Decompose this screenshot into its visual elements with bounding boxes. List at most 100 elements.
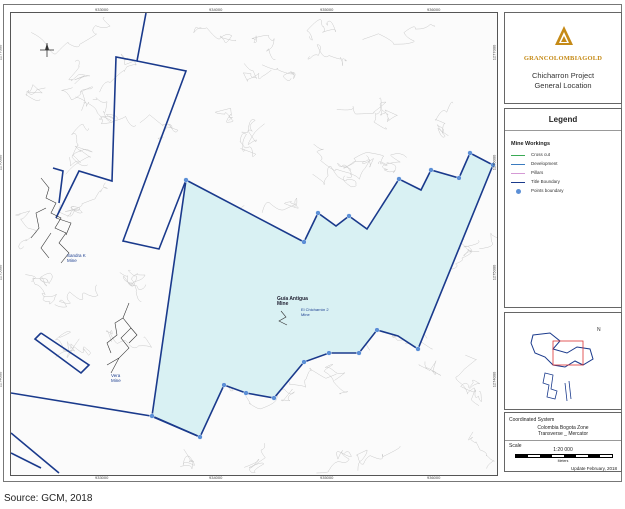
inset-map: N [504, 312, 622, 410]
tick-top-4: 936000 [427, 7, 441, 12]
legend-item: Title Boundary [511, 178, 621, 187]
contour-line [239, 133, 257, 158]
contour-line [418, 360, 441, 376]
scale-units: Meters [557, 459, 569, 463]
legend-item: Points boundary [511, 187, 621, 196]
tick-right-2: 1276000 [491, 154, 497, 171]
contour-line [54, 284, 99, 308]
source-caption: Source: GCM, 2018 [4, 493, 93, 504]
contour-line [69, 123, 89, 167]
contour-line [25, 84, 46, 101]
contour-line [362, 23, 436, 45]
legend-line-swatch [511, 173, 525, 174]
boundary-point [374, 327, 380, 333]
legend-item: Pillars [511, 169, 621, 178]
contour-line [346, 155, 374, 180]
contour-line [468, 431, 495, 469]
tick-top-2: 934000 [209, 7, 223, 12]
map-canvas[interactable] [11, 13, 498, 476]
map-label-guia-antigua: Guía Antigua Mine [277, 296, 308, 307]
boundary-point [149, 413, 155, 419]
company-logo-text: GRANCOLOMBIAGOLD [523, 55, 603, 62]
contour-line [68, 59, 90, 85]
contour-line [343, 152, 388, 169]
legend: Legend Mine Workings Cross cut Developmen… [504, 108, 622, 308]
map-label-el-chicharron: El Chicharrón 2 Mine [301, 307, 329, 317]
legend-item: Development [511, 160, 621, 169]
tick-top-3: 935000 [320, 7, 334, 12]
legend-line-swatch [511, 164, 525, 165]
contour-line [242, 63, 272, 82]
boundary-point [346, 213, 352, 219]
contour-line [66, 338, 91, 359]
contour-line [180, 449, 195, 470]
boundary-point [301, 239, 307, 245]
map-frame: Sandra K Mine Vera Mine Guía Antigua Min… [0, 4, 622, 482]
contour-line [75, 96, 137, 127]
contour-line [65, 145, 93, 175]
coord-projection: Transverse _ Mercator [537, 431, 589, 437]
contour-line [455, 354, 480, 406]
scale-value: 1:20 000 [553, 447, 573, 453]
contour-line [15, 210, 37, 250]
legend-item-label: Cross cut [531, 152, 551, 157]
title-block: GRANCOLOMBIAGOLD Chicharron Project Gene… [504, 12, 622, 104]
boundary-point [301, 359, 307, 365]
tick-right-3: 1275000 [491, 264, 497, 281]
contour-line [460, 379, 482, 403]
contour-line [241, 119, 265, 145]
boundary-point [415, 346, 421, 352]
map-title: Chicharron Project General Location [531, 71, 595, 90]
legend-point-icon [516, 189, 521, 194]
boundary-point [315, 210, 321, 216]
inset-map-canvas: N [530, 327, 601, 402]
contour-line [356, 446, 401, 471]
contour-line [323, 363, 349, 395]
boundary-point [396, 176, 402, 182]
legend-item: Cross cut [511, 151, 621, 160]
contour-line [31, 17, 111, 55]
contour-line [25, 272, 53, 287]
map-area[interactable]: Sandra K Mine Vera Mine Guía Antigua Min… [10, 12, 498, 476]
tick-left-1: 1277000 [0, 44, 3, 61]
legend-line-swatch [511, 155, 525, 156]
contour-line [382, 153, 407, 174]
boundary-point [326, 350, 332, 356]
legend-line-swatch [511, 182, 525, 183]
tick-left-2: 1276000 [0, 154, 3, 171]
contour-line [316, 450, 352, 474]
legend-title: Legend [548, 115, 578, 124]
contour-line [307, 44, 348, 66]
boundary-point [243, 390, 249, 396]
contour-line [61, 86, 93, 111]
contour-line [261, 64, 296, 81]
legend-item-label: Development [531, 161, 558, 166]
contour-line [251, 35, 276, 61]
contour-line [261, 197, 299, 213]
boundary-point [356, 350, 362, 356]
tick-bottom-1: 933000 [95, 475, 109, 480]
coord-label: Coordinated System [509, 417, 555, 423]
contour-line [479, 232, 497, 249]
boundary-point [183, 177, 189, 183]
boundary-point [428, 167, 434, 173]
tick-top-1: 933000 [95, 7, 109, 12]
boundary-point [197, 434, 203, 440]
legend-item-label: Title Boundary [531, 179, 560, 184]
tick-bottom-2: 934000 [209, 475, 223, 480]
coord-divider [505, 440, 621, 441]
contour-line [106, 330, 152, 349]
tick-right-4: 1274000 [491, 371, 497, 388]
contour-line [336, 101, 387, 130]
tick-left-4: 1274000 [0, 371, 3, 388]
contour-line [379, 97, 398, 123]
tick-bottom-3: 935000 [320, 475, 334, 480]
contour-line [123, 269, 147, 290]
boundary-point [467, 150, 473, 156]
update-date: Update February, 2018 [571, 466, 617, 471]
coordinate-block: Coordinated System Colombia Bogota Zone … [504, 412, 622, 472]
contour-line [139, 114, 179, 140]
project-area [151, 151, 495, 439]
contour-line [193, 26, 237, 43]
contour-line [306, 19, 336, 41]
